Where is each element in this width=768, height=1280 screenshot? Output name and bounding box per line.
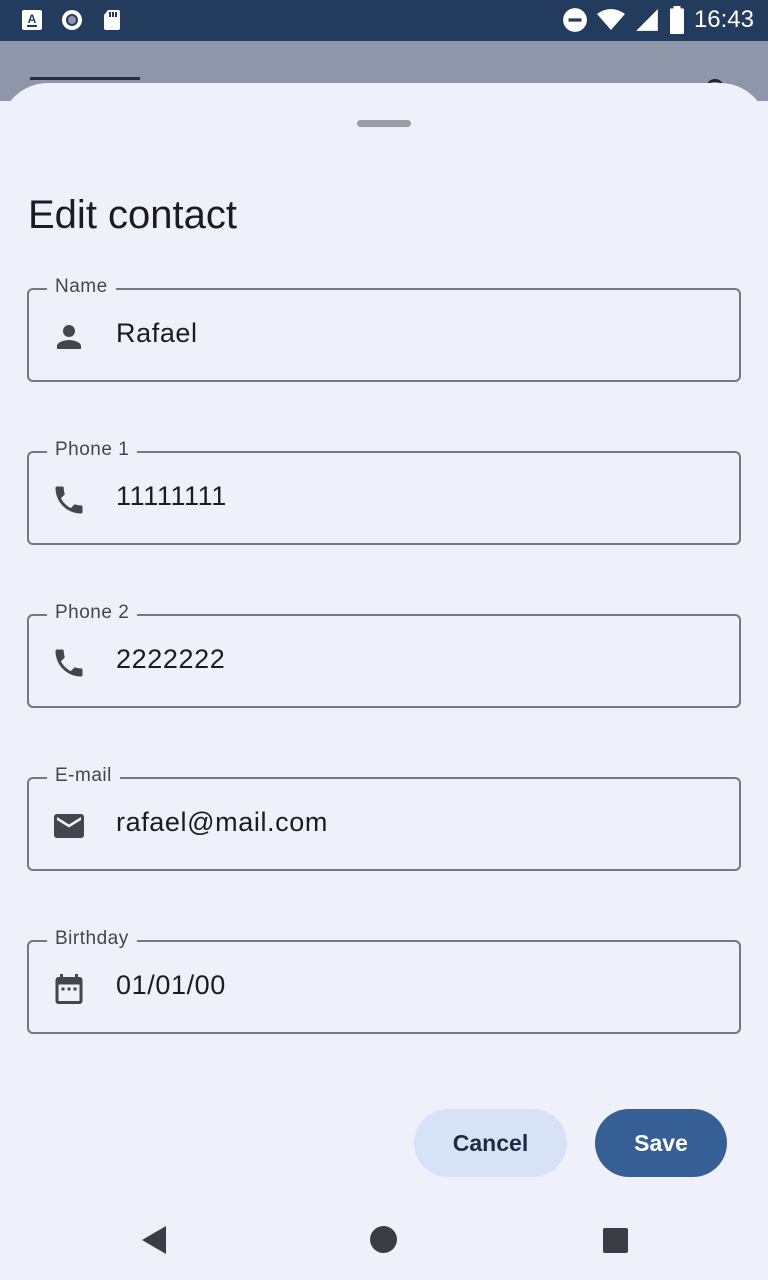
- sheet-title: Edit contact: [28, 193, 238, 237]
- drag-handle[interactable]: [357, 120, 411, 127]
- record-icon: [62, 10, 82, 30]
- field-label: Phone 2: [47, 602, 138, 624]
- email-icon: [54, 814, 84, 838]
- home-icon[interactable]: [370, 1226, 397, 1253]
- phone1-field[interactable]: Phone 1 11111111: [27, 439, 741, 545]
- signal-icon: [636, 9, 658, 31]
- field-label: E-mail: [47, 765, 120, 787]
- field-value: 2222222: [116, 644, 226, 674]
- cancel-button[interactable]: Cancel: [414, 1109, 567, 1177]
- bottom-sheet: Edit contact Name Rafael Phone 1 1111111…: [0, 83, 768, 1280]
- status-icons-right: 16:43: [562, 6, 754, 34]
- phone-icon: [55, 486, 83, 514]
- field-value: 01/01/00: [116, 970, 226, 1000]
- field-value: Rafael: [116, 318, 198, 348]
- battery-icon: [669, 6, 684, 34]
- status-time: 16:43: [693, 6, 754, 33]
- person-icon: [57, 325, 81, 349]
- svg-text:A: A: [28, 12, 37, 26]
- field-label: Birthday: [47, 928, 137, 950]
- recents-icon[interactable]: [603, 1228, 628, 1253]
- sd-card-icon: [104, 10, 120, 30]
- field-label: Name: [47, 276, 116, 298]
- navigation-bar: [0, 1200, 768, 1280]
- field-value: 11111111: [116, 481, 227, 511]
- field-label: Phone 1: [47, 439, 138, 461]
- email-field[interactable]: E-mail rafael@mail.com: [27, 765, 741, 871]
- dnd-icon: [563, 8, 587, 32]
- a-keyboard-icon: A: [22, 10, 42, 30]
- status-icons-left: A: [20, 8, 124, 32]
- phone-icon: [55, 649, 83, 677]
- back-icon[interactable]: [140, 1224, 168, 1256]
- calendar-icon: [55, 974, 83, 1004]
- wifi-icon: [596, 9, 625, 30]
- phone2-field[interactable]: Phone 2 2222222: [27, 602, 741, 708]
- name-field[interactable]: Name Rafael: [27, 276, 741, 382]
- save-button[interactable]: Save: [595, 1109, 727, 1177]
- status-bar: A 16:43: [0, 0, 768, 41]
- birthday-field[interactable]: Birthday 01/01/00: [27, 928, 741, 1034]
- field-value: rafael@mail.com: [116, 807, 328, 837]
